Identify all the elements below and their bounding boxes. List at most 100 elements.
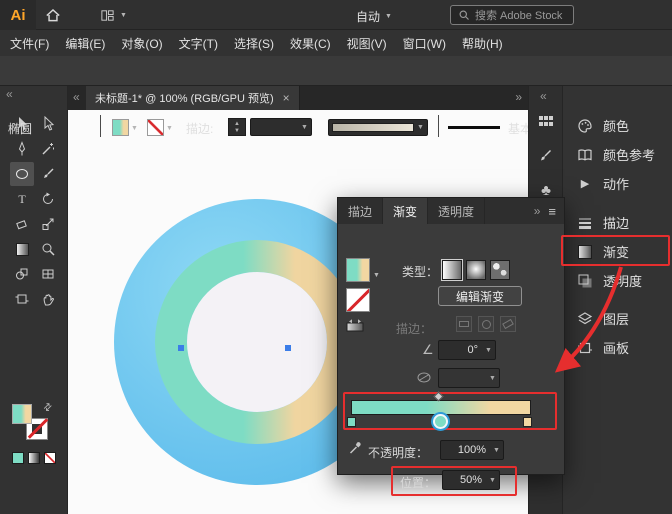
tool-direct-selection[interactable] <box>36 112 60 136</box>
collapse-tools-icon[interactable]: « <box>6 88 13 100</box>
right-dock: 颜色 颜色参考 ▶ 动作 描边 渐变 <box>562 86 672 514</box>
gradient-stop-selected[interactable] <box>433 414 448 429</box>
none-slash-icon <box>346 288 370 312</box>
scroll-tabs-right-icon[interactable]: » <box>515 91 522 103</box>
tab-gradient[interactable]: 渐变 <box>383 198 428 224</box>
document-tab[interactable]: 未标题-1* @ 100% (RGB/GPU 预览) × <box>86 86 300 110</box>
collapse-panel-icon[interactable]: » <box>534 205 541 217</box>
panel-item-label: 图层 <box>603 309 629 328</box>
fill-color-button[interactable] <box>12 452 24 464</box>
tool-mesh[interactable] <box>36 262 60 286</box>
stroke-weight-stepper[interactable]: ▲▼ <box>228 118 246 136</box>
panel-item-actions[interactable]: ▶ 动作 <box>563 169 672 198</box>
menu-window[interactable]: 窗口(W) <box>403 35 446 52</box>
panel-menu-icon[interactable]: ≡ <box>548 204 556 219</box>
panel-item-artboards[interactable]: 画板 <box>563 333 672 362</box>
close-tab-icon[interactable]: × <box>283 91 290 105</box>
expand-dock-icon[interactable]: « <box>540 90 547 102</box>
panel-item-color-guide[interactable]: 颜色参考 <box>563 140 672 169</box>
tool-gradient[interactable] <box>10 237 34 261</box>
linear-gradient-button[interactable] <box>442 260 462 280</box>
gradient-stop-end[interactable] <box>523 417 532 427</box>
fill-gradient-button[interactable] <box>28 452 40 464</box>
panel-item-label: 画板 <box>603 338 629 357</box>
fill-none-button[interactable] <box>44 452 56 464</box>
tool-ellipse[interactable] <box>10 162 34 186</box>
fill-indicator-swatch[interactable] <box>12 404 32 424</box>
color-guide-icon <box>576 147 594 163</box>
search-icon <box>458 9 470 21</box>
workspace-switcher[interactable]: 自动 ▼ <box>356 8 392 25</box>
menu-edit[interactable]: 编辑(E) <box>65 35 105 52</box>
tab-transparency[interactable]: 透明度 <box>428 198 485 224</box>
gradient-icon <box>576 245 594 259</box>
actions-icon: ▶ <box>576 177 594 190</box>
gradient-preview-swatch[interactable] <box>346 258 370 282</box>
arrange-documents-button[interactable]: ▼ <box>100 8 127 23</box>
anchor-point[interactable] <box>178 345 184 351</box>
swatches-panel-icon[interactable] <box>536 112 556 132</box>
aspect-ratio-icon <box>416 371 432 384</box>
edit-gradient-button[interactable]: 编辑渐变 <box>438 286 522 306</box>
tool-scale[interactable] <box>36 212 60 236</box>
stroke-color-swatch[interactable] <box>147 119 164 136</box>
tool-eraser[interactable] <box>10 212 34 236</box>
angle-icon: ∠ <box>422 342 434 358</box>
menu-object[interactable]: 对象(O) <box>121 35 162 52</box>
tool-magic-wand[interactable] <box>36 137 60 161</box>
menu-select[interactable]: 选择(S) <box>234 35 274 52</box>
menu-effect[interactable]: 效果(C) <box>290 35 331 52</box>
tool-shape-builder[interactable] <box>10 262 34 286</box>
svg-text:T: T <box>18 192 26 206</box>
search-input[interactable]: 搜索 Adobe Stock <box>450 5 574 25</box>
stroke-across-button <box>500 316 516 332</box>
tool-pen[interactable] <box>10 137 34 161</box>
fill-color-swatch[interactable] <box>112 119 129 136</box>
angle-select[interactable]: 0° ▼ <box>438 340 496 360</box>
tool-type[interactable]: T <box>10 187 34 211</box>
position-value: 50% <box>443 474 486 486</box>
club-icon: ♣ <box>541 182 551 199</box>
freeform-gradient-button[interactable] <box>490 260 510 280</box>
reverse-gradient-icon[interactable] <box>346 318 364 332</box>
home-icon[interactable] <box>44 6 62 24</box>
stroke-weight-select[interactable]: ▼ <box>250 118 312 136</box>
eyedropper-icon[interactable] <box>348 440 363 455</box>
swap-fill-stroke-icon[interactable]: ⇄ <box>41 401 55 415</box>
tool-hand[interactable] <box>36 287 60 311</box>
opacity-select[interactable]: 100% ▼ <box>440 440 504 460</box>
scroll-tabs-left-icon[interactable]: « <box>73 91 80 103</box>
separator <box>100 115 101 137</box>
tool-artboard[interactable] <box>10 287 34 311</box>
tool-zoom[interactable] <box>36 237 60 261</box>
gradient-stop-start[interactable] <box>347 417 356 427</box>
radial-gradient-button[interactable] <box>466 260 486 280</box>
menu-view[interactable]: 视图(V) <box>347 35 387 52</box>
gradient-slider[interactable] <box>351 400 531 415</box>
menu-type[interactable]: 文字(T) <box>179 35 218 52</box>
panel-item-transparency[interactable]: 透明度 <box>563 266 672 295</box>
tab-stroke[interactable]: 描边 <box>338 198 383 224</box>
anchor-point[interactable] <box>285 345 291 351</box>
active-tool-label: 椭圆 <box>8 120 32 137</box>
panel-item-layers[interactable]: 图层 <box>563 304 672 333</box>
brushes-panel-icon[interactable] <box>536 146 556 166</box>
panel-item-color[interactable]: 颜色 <box>563 111 672 140</box>
tool-paintbrush[interactable] <box>36 162 60 186</box>
position-select[interactable]: 50% ▼ <box>442 470 500 490</box>
tool-rotate[interactable] <box>36 187 60 211</box>
caret-down-icon[interactable]: ▼ <box>373 272 380 279</box>
document-title: 未标题-1* @ 100% (RGB/GPU 预览) <box>95 90 274 106</box>
menu-file[interactable]: 文件(F) <box>10 35 49 52</box>
panel-item-gradient[interactable]: 渐变 <box>563 237 672 266</box>
caret-down-icon[interactable]: ▼ <box>166 125 173 132</box>
stroke-none-swatch[interactable] <box>346 288 370 312</box>
menu-help[interactable]: 帮助(H) <box>462 35 503 52</box>
panel-item-stroke[interactable]: 描边 <box>563 208 672 237</box>
width-profile-select[interactable]: ▼ <box>328 119 428 136</box>
gradient-panel: 描边 渐变 透明度 » ≡ ▼ 类型： 编辑渐变 描边： ∠ <box>337 197 565 475</box>
stroke-within-button <box>456 316 472 332</box>
position-label: 位置： <box>400 474 436 491</box>
panel-item-label: 动作 <box>603 174 629 193</box>
caret-down-icon[interactable]: ▼ <box>131 125 138 132</box>
